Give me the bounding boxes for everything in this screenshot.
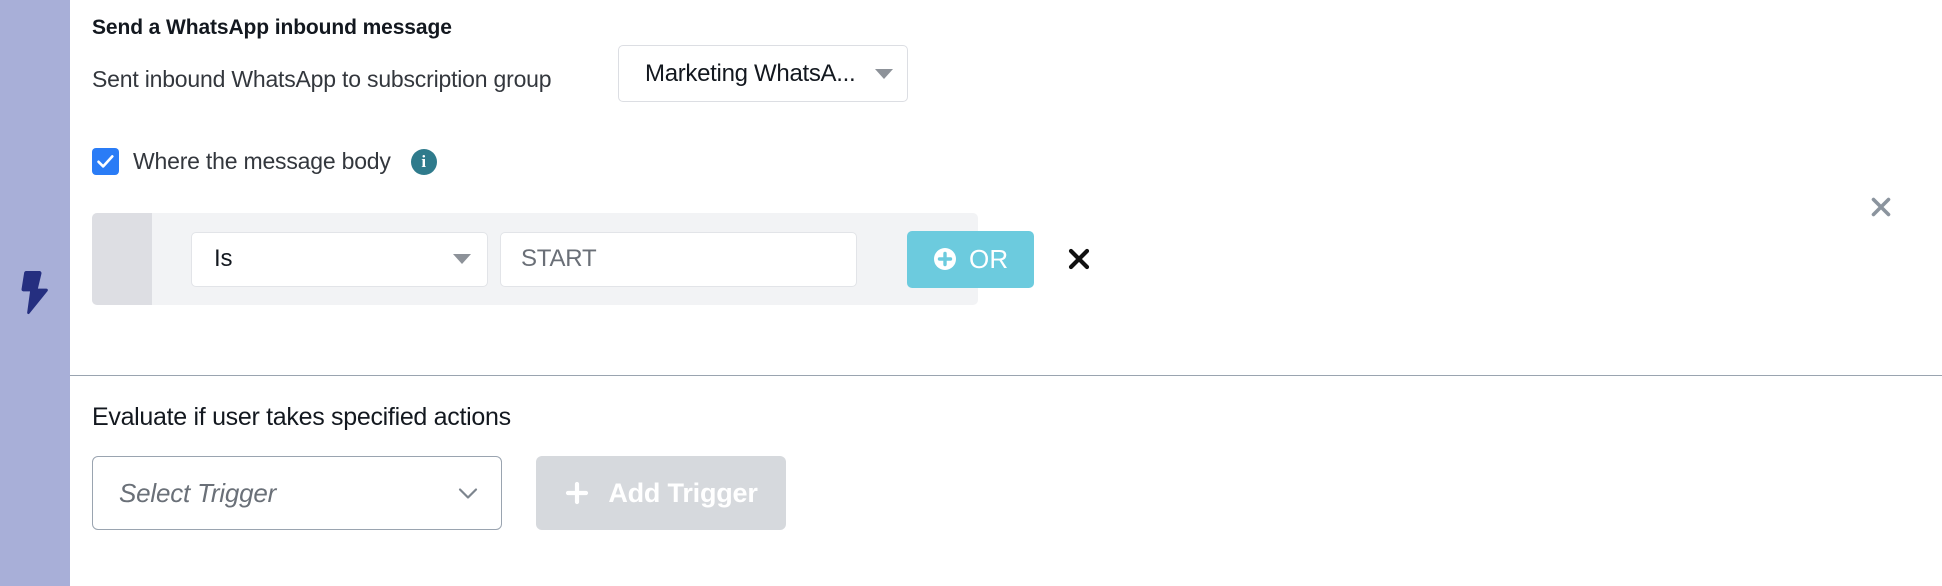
actions-section: Evaluate if user takes specified actions… (70, 376, 1942, 586)
subscription-group-label: Sent inbound WhatsApp to subscription gr… (92, 66, 552, 92)
subscription-group-row: Sent inbound WhatsApp to subscription gr… (92, 66, 552, 93)
add-or-condition-button[interactable]: OR (907, 230, 1035, 288)
add-or-condition-label: OR (969, 243, 1009, 274)
add-trigger-label: Add Trigger (608, 477, 758, 508)
plus-circle-icon (934, 248, 956, 270)
info-icon[interactable]: i (410, 148, 437, 175)
plus-icon (566, 481, 589, 505)
automation-trigger-editor: Send a WhatsApp inbound message Sent inb… (0, 0, 1942, 586)
condition-row-handle (92, 213, 152, 305)
close-trigger-panel-button[interactable] (1866, 192, 1896, 222)
editor-content: Send a WhatsApp inbound message Sent inb… (70, 0, 1942, 586)
condition-row: Is OR (92, 213, 1090, 305)
chevron-down-icon (458, 488, 478, 499)
subscription-group-value: Marketing WhatsA... (645, 59, 856, 87)
trigger-type-rail (0, 0, 70, 586)
condition-operator-select[interactable]: Is (191, 231, 488, 287)
condition-operator-value: Is (214, 245, 233, 272)
trigger-definition-section: Send a WhatsApp inbound message Sent inb… (70, 0, 1942, 375)
caret-down-icon (453, 254, 471, 264)
close-icon (1069, 248, 1090, 270)
evaluate-actions-label: Evaluate if user takes specified actions (92, 403, 511, 431)
page-title: Send a WhatsApp inbound message (92, 16, 452, 39)
checkmark-icon (97, 155, 114, 168)
select-trigger-placeholder: Select Trigger (119, 477, 277, 508)
condition-fields: Is OR (152, 230, 1094, 288)
lightning-bolt-icon (21, 271, 48, 315)
condition-value-input[interactable] (500, 231, 857, 287)
message-body-filter-row: Where the message body i (92, 148, 437, 175)
add-trigger-button[interactable]: Add Trigger (536, 456, 786, 530)
message-body-label: Where the message body (133, 148, 391, 174)
message-body-checkbox[interactable] (92, 148, 119, 175)
caret-down-icon (875, 68, 893, 79)
select-trigger-dropdown[interactable]: Select Trigger (92, 456, 502, 530)
subscription-group-select[interactable]: Marketing WhatsA... (618, 45, 908, 102)
close-icon (1871, 197, 1891, 217)
delete-condition-button[interactable] (1064, 244, 1094, 274)
